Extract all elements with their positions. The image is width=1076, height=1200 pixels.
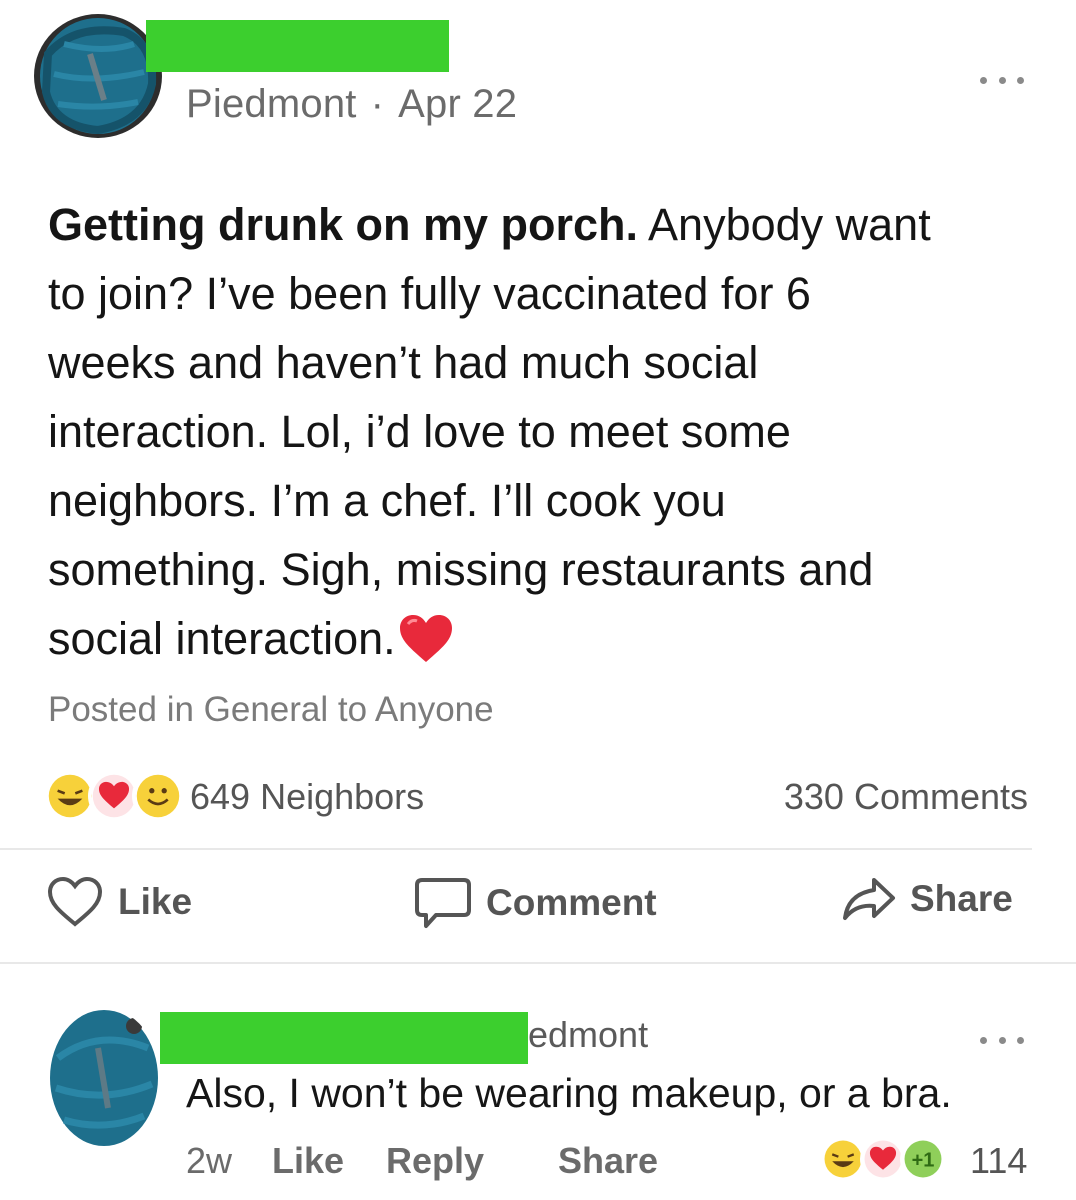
divider — [0, 848, 1032, 850]
comment-button[interactable]: Comment — [414, 876, 657, 930]
post-body-line2: to join? I’ve been fully vaccinated for … — [48, 268, 811, 319]
post-header: Piedmont · Apr 22 — [0, 0, 1076, 160]
meta-separator: · — [370, 82, 385, 126]
post-body-line4: interaction. Lol, i’d love to meet some — [48, 406, 791, 457]
share-button[interactable]: Share — [842, 876, 1013, 922]
comment-more-options-icon[interactable] — [980, 1030, 1024, 1050]
post-meta: Piedmont · Apr 22 — [186, 82, 517, 127]
divider — [0, 962, 1076, 964]
reactions-summary: 649 Neighbors 330 Comments — [44, 766, 1034, 830]
like-button[interactable]: Like — [46, 876, 192, 928]
plus-one-badge: +1 — [900, 1136, 946, 1182]
post-body: Getting drunk on my porch. Anybody want … — [48, 190, 1028, 673]
comment-like-button[interactable]: Like — [272, 1140, 344, 1182]
post-body-line1: Anybody want — [638, 199, 931, 250]
comment-count[interactable]: 330 Comments — [784, 776, 1028, 818]
post-action-bar: Like Comment Share — [0, 862, 1076, 948]
author-name-redaction — [146, 20, 449, 72]
reaction-count[interactable]: 649 Neighbors — [190, 776, 424, 818]
reaction-icons[interactable] — [44, 770, 184, 826]
post-more-options-icon[interactable] — [980, 70, 1024, 90]
post-body-line3: weeks and haven’t had much social — [48, 337, 759, 388]
author-avatar[interactable] — [34, 14, 162, 138]
posted-in-label[interactable]: Posted in General to Anyone — [48, 690, 494, 730]
share-arrow-icon — [843, 878, 895, 920]
smile-emoji-icon — [132, 770, 184, 822]
post-date: Apr 22 — [398, 82, 518, 126]
post-body-line6: something. Sigh, missing restaurants and — [48, 544, 874, 595]
post-location[interactable]: Piedmont — [186, 82, 357, 126]
comment-reaction-count[interactable]: 114 — [970, 1140, 1027, 1182]
comment-reaction-icons[interactable]: +1 — [820, 1136, 960, 1186]
share-label: Share — [910, 878, 1013, 919]
heart-outline-icon — [47, 876, 103, 927]
like-label: Like — [118, 881, 193, 922]
commenter-name-redaction — [160, 1012, 528, 1064]
commenter-location[interactable]: edmont — [528, 1014, 648, 1056]
post-body-line5: neighbors. I’m a chef. I’ll cook you — [48, 475, 726, 526]
plus-one-text: +1 — [912, 1150, 935, 1172]
speech-bubble-icon — [415, 878, 471, 928]
comment-label: Comment — [486, 882, 657, 923]
post-body-bold: Getting drunk on my porch. — [48, 199, 639, 250]
post-body-line7: social interaction. — [48, 613, 396, 664]
comment-timestamp: 2w — [186, 1140, 233, 1181]
comment-reply-button[interactable]: Reply — [386, 1140, 484, 1182]
comment-meta: 2w Like Reply Share +1 114 — [186, 1136, 1046, 1188]
comment-text: Also, I won’t be wearing makeup, or a br… — [186, 1070, 952, 1116]
commenter-avatar[interactable] — [48, 1008, 160, 1148]
comment-share-button[interactable]: Share — [558, 1140, 658, 1182]
heart-emoji-icon — [399, 615, 452, 662]
